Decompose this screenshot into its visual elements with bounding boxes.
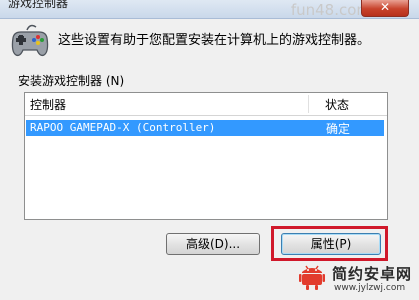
- list-header: 控制器 状态: [25, 93, 387, 116]
- column-divider[interactable]: [308, 95, 309, 113]
- brand-url: www.jylzwj.com: [334, 283, 406, 293]
- gamepad-icon: [11, 24, 49, 57]
- watermark-text: fun48.com: [290, 1, 371, 19]
- column-header-status[interactable]: 状态: [325, 96, 349, 113]
- android-logo-icon: [299, 265, 325, 290]
- controller-status: 确定: [326, 122, 351, 136]
- controllers-group-label: 安装游戏控制器 (N): [18, 74, 125, 88]
- close-icon: ✕: [379, 0, 391, 14]
- controllers-list[interactable]: 控制器 状态 RAPOO GAMEPAD-X (Controller) 确定: [24, 92, 388, 220]
- column-header-controller[interactable]: 控制器: [30, 96, 66, 113]
- brand-name: 简约安卓网: [332, 265, 413, 283]
- window-title: 游戏控制器: [8, 0, 69, 10]
- advanced-button[interactable]: 高级(D)...: [166, 233, 260, 255]
- highlight-annotation: [271, 226, 388, 261]
- title-bar: 游戏控制器 fun48.com ✕: [0, 0, 419, 19]
- close-button[interactable]: ✕: [361, 0, 409, 17]
- dialog-description: 这些设置有助于您配置安装在计算机上的游戏控制器。: [58, 33, 371, 48]
- list-item[interactable]: RAPOO GAMEPAD-X (Controller) 确定: [26, 120, 384, 136]
- controller-name: RAPOO GAMEPAD-X (Controller): [30, 121, 216, 134]
